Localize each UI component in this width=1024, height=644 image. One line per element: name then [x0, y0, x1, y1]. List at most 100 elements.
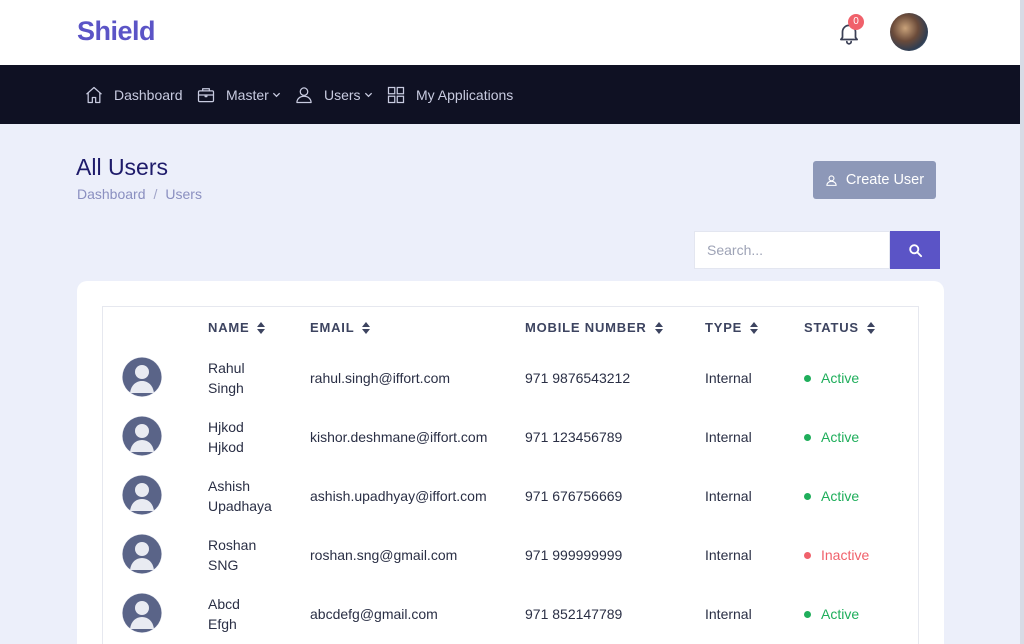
user-email: roshan.sng@gmail.com: [310, 547, 458, 563]
page-title: All Users: [76, 154, 169, 180]
user-avatar: [122, 475, 162, 515]
breadcrumb: Dashboard / Users: [77, 186, 202, 202]
nav-label-master: Master: [226, 86, 269, 103]
sort-icon: [257, 321, 266, 334]
main-nav: Dashboard Master Users My Applications: [0, 65, 1020, 124]
user-last-name: Efgh: [208, 616, 237, 632]
user-email: abcdefg@gmail.com: [310, 606, 438, 622]
status-badge: Inactive: [804, 547, 869, 563]
nav-label-users: Users: [324, 86, 361, 103]
briefcase-icon: [197, 87, 215, 102]
user-last-name: Hjkod: [208, 439, 244, 455]
column-header-type[interactable]: TYPE: [705, 320, 759, 335]
users-table: NAME EMAIL MOBILE NUMBER TYPE STATUS Rah…: [102, 306, 919, 644]
nav-item-master[interactable]: Master: [196, 65, 281, 124]
user-last-name: Upadhaya: [208, 498, 272, 514]
user-mobile: 971 9876543212: [525, 370, 631, 386]
sort-icon: [362, 321, 371, 334]
status-dot: [804, 551, 811, 559]
user-first-name: Ashish: [208, 478, 251, 494]
chevron-down-icon: [364, 92, 372, 98]
nav-item-my-applications[interactable]: My Applications: [386, 65, 513, 124]
status-dot: [804, 610, 811, 618]
user-avatar: [122, 357, 162, 397]
create-user-label: Create User: [845, 172, 925, 188]
status-badge: Active: [804, 488, 859, 504]
status-label: Active: [821, 606, 860, 622]
user-first-name: Hjkod: [208, 419, 244, 435]
column-header-mobile-label: MOBILE NUMBER: [525, 320, 647, 335]
table-row[interactable]: Hjkod Hjkod kishor.deshmane@iffort.com 9…: [103, 407, 918, 466]
column-header-status-label: STATUS: [804, 320, 859, 335]
column-header-status[interactable]: STATUS: [804, 320, 875, 335]
user-name: Ashish Upadhaya: [208, 476, 272, 516]
user-icon: [826, 174, 837, 186]
breadcrumb-users: Users: [165, 186, 202, 202]
user-mobile: 971 123456789: [525, 429, 623, 445]
user-first-name: Roshan: [208, 537, 257, 553]
profile-avatar[interactable]: [890, 13, 928, 51]
breadcrumb-separator: /: [153, 186, 158, 202]
user-avatar: [122, 534, 162, 574]
user-name: Hjkod Hjkod: [208, 417, 244, 457]
user-placeholder-icon: [122, 416, 162, 456]
user-name: Roshan SNG: [208, 535, 256, 575]
user-email: ashish.upadhyay@iffort.com: [310, 488, 487, 504]
user-mobile: 971 999999999: [525, 547, 623, 563]
user-placeholder-icon: [122, 475, 162, 515]
status-label: Active: [821, 488, 860, 504]
sort-icon: [750, 321, 759, 334]
table-row[interactable]: Abcd Efgh abcdefg@gmail.com 971 85214778…: [103, 584, 918, 643]
sort-icon: [866, 321, 875, 334]
user-name: Abcd Efgh: [208, 594, 240, 634]
user-placeholder-icon: [122, 534, 162, 574]
grid-icon: [387, 86, 405, 103]
status-badge: Active: [804, 606, 859, 622]
breadcrumb-dashboard[interactable]: Dashboard: [77, 186, 146, 202]
status-badge: Active: [804, 429, 859, 445]
column-header-email[interactable]: EMAIL: [310, 320, 371, 335]
user-avatar: [122, 416, 162, 456]
user-first-name: Abcd: [208, 596, 240, 612]
user-name: Rahul Singh: [208, 358, 245, 398]
create-user-button[interactable]: Create User: [813, 161, 936, 199]
table-row[interactable]: Rahul Singh rahul.singh@iffort.com 971 9…: [103, 348, 918, 407]
nav-label-dashboard: Dashboard: [114, 86, 183, 103]
column-header-email-label: EMAIL: [310, 320, 355, 335]
user-email: kishor.deshmane@iffort.com: [310, 429, 488, 445]
column-header-name-label: NAME: [208, 320, 250, 335]
status-badge: Active: [804, 370, 859, 386]
table-row[interactable]: Roshan SNG roshan.sng@gmail.com 971 9999…: [103, 525, 918, 584]
users-card: NAME EMAIL MOBILE NUMBER TYPE STATUS Rah…: [77, 281, 944, 644]
top-header: Shield 0: [0, 0, 1020, 65]
column-header-name[interactable]: NAME: [208, 320, 266, 335]
status-label: Active: [821, 370, 860, 386]
status-dot: [804, 492, 811, 500]
search-input[interactable]: [694, 231, 890, 269]
search-icon: [908, 243, 922, 257]
user-type: Internal: [705, 429, 752, 445]
user-placeholder-icon: [122, 593, 162, 633]
status-dot: [804, 374, 811, 382]
home-icon: [86, 86, 102, 103]
app-logo[interactable]: Shield: [77, 16, 156, 47]
notification-count-badge: 0: [848, 14, 864, 30]
scrollbar[interactable]: [1020, 0, 1024, 644]
nav-item-dashboard[interactable]: Dashboard: [84, 65, 183, 124]
table-row[interactable]: Ashish Upadhaya ashish.upadhyay@iffort.c…: [103, 466, 918, 525]
user-type: Internal: [705, 370, 752, 386]
column-header-type-label: TYPE: [705, 320, 743, 335]
search-button[interactable]: [890, 231, 940, 269]
user-type: Internal: [705, 488, 752, 504]
nav-item-users[interactable]: Users: [294, 65, 373, 124]
column-header-mobile-number[interactable]: MOBILE NUMBER: [525, 320, 663, 335]
user-icon: [296, 86, 312, 103]
user-mobile: 971 852147789: [525, 606, 623, 622]
search-bar: [694, 231, 940, 269]
user-avatar: [122, 593, 162, 633]
sort-icon: [654, 321, 663, 334]
status-label: Inactive: [821, 547, 870, 563]
user-type: Internal: [705, 606, 752, 622]
user-email: rahul.singh@iffort.com: [310, 370, 451, 386]
chevron-down-icon: [272, 92, 280, 98]
